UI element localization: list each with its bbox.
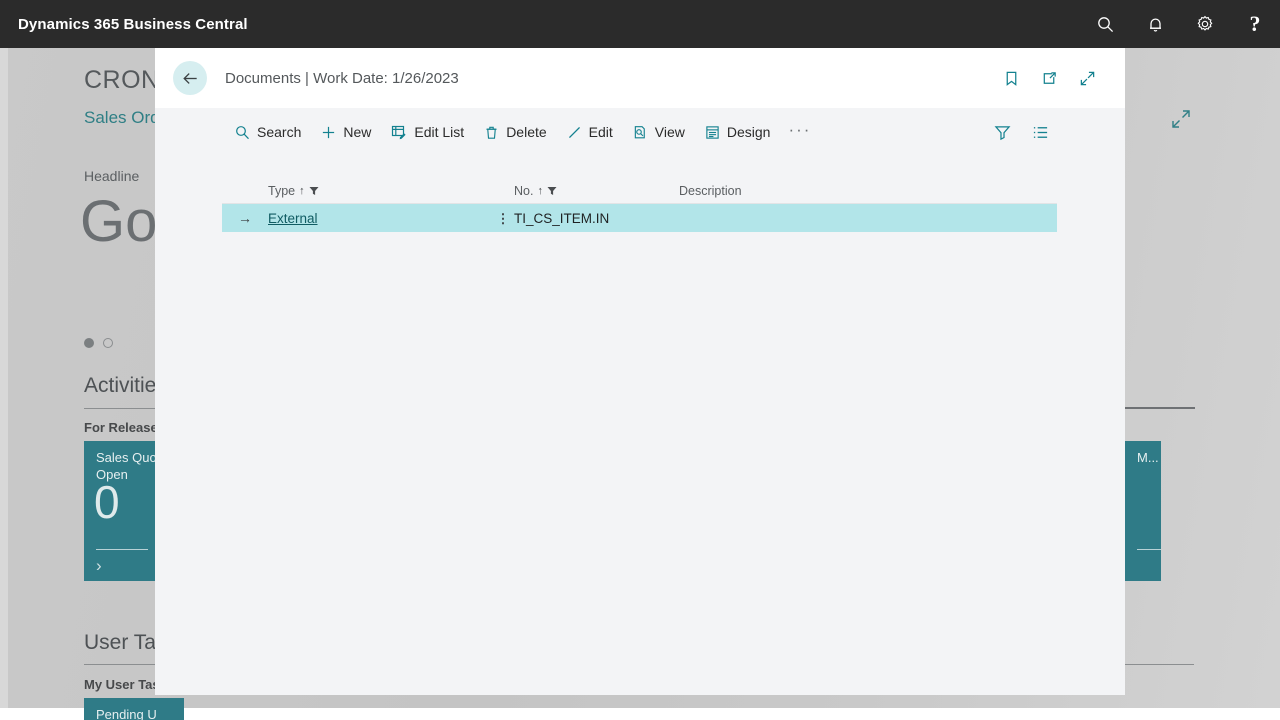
tile-rule [1137,549,1161,550]
toolbar-item-label: Edit [588,124,613,140]
for-release-label: For Release [84,420,158,435]
expand-fullscreen-icon[interactable] [1073,64,1101,92]
column-filter-icon[interactable] [547,186,557,196]
column-header-no[interactable]: No. ↑ [514,184,679,203]
toolbar-item-label: View [654,124,685,140]
toolbar-design-button[interactable]: Design [695,116,781,148]
carousel-dot-1[interactable] [84,338,94,348]
app-title: Dynamics 365 Business Central [18,15,248,33]
row-cell-type[interactable]: External [268,211,492,226]
tile-label: M... [1137,450,1159,465]
background-left-strip [0,48,8,708]
toolbar-new-button[interactable]: New [311,116,381,148]
toolbar-delete-button[interactable]: Delete [474,116,556,148]
magnifier-icon [235,125,250,140]
dialog-toolbar: Search New Edit List Delete Edit View De… [155,108,1125,156]
open-in-new-window-icon[interactable] [1035,64,1063,92]
pending-user-tasks-tile[interactable]: Pending U [84,698,184,720]
toolbar-item-label: Search [257,124,302,140]
pencil-icon [567,125,582,140]
sort-ascending-icon[interactable]: ↑ [537,185,543,197]
documents-grid: Type ↑ No. ↑ Description → External ⋮ TI… [222,174,1057,232]
screen-root: Dynamics 365 Business Central ? CRONU Sa… [0,0,1280,720]
view-page-icon [633,125,648,140]
notifications-bell-icon[interactable] [1130,0,1180,48]
carousel-dot-2[interactable] [103,338,113,348]
right-partial-tile[interactable]: M... [1125,441,1161,581]
toolbar-edit-button[interactable]: Edit [557,116,623,148]
app-topbar: Dynamics 365 Business Central ? [0,0,1280,48]
row-type-link[interactable]: External [268,211,318,226]
bookmark-icon[interactable] [997,64,1025,92]
column-header-label: Description [679,184,742,198]
dialog-title: Documents | Work Date: 1/26/2023 [225,69,459,87]
edit-list-icon [391,124,407,140]
toolbar-right-actions [989,119,1053,145]
expand-fullscreen-icon[interactable] [1170,108,1192,135]
help-glyph: ? [1249,11,1261,36]
table-row[interactable]: → External ⋮ TI_CS_ITEM.IN [222,204,1057,232]
tile-value: 0 [94,476,120,528]
plus-icon [321,125,336,140]
tile-rule [96,549,148,550]
column-header-label: Type [268,184,296,198]
toolbar-item-label: Delete [506,124,547,140]
sort-ascending-icon[interactable]: ↑ [299,185,305,197]
headline-label: Headline [84,168,140,184]
my-user-tasks-label: My User Tas [84,677,160,692]
toolbar-item-label: New [343,124,372,140]
toolbar-view-button[interactable]: View [623,116,695,148]
column-filter-icon[interactable] [309,186,319,196]
carousel-dots[interactable] [84,338,113,348]
dialog-header-actions [997,64,1101,92]
column-header-label: No. [514,184,534,198]
filter-funnel-icon[interactable] [989,119,1015,145]
column-header-description[interactable]: Description [679,184,1057,203]
design-icon [705,125,720,140]
help-question-icon[interactable]: ? [1230,0,1280,48]
toolbar-overflow-button[interactable]: ··· [780,121,819,138]
toolbar-search-button[interactable]: Search [225,116,311,148]
tile-label: Pending U [96,707,157,720]
row-cell-no[interactable]: TI_CS_ITEM.IN [514,211,679,226]
back-arrow-icon[interactable] [173,61,207,95]
search-icon[interactable] [1080,0,1130,48]
grid-header-row: Type ↑ No. ↑ Description [222,174,1057,204]
topbar-actions: ? [1080,0,1280,48]
documents-dialog: Documents | Work Date: 1/26/2023 Search … [155,48,1125,695]
trash-icon [484,125,499,140]
row-context-menu-icon[interactable]: ⋮ [492,212,514,225]
list-options-icon[interactable] [1027,119,1053,145]
gear-icon[interactable] [1180,0,1230,48]
column-header-type[interactable]: Type ↑ [268,184,492,203]
sales-quotes-open-tile[interactable]: Sales Quo Open 0 › [84,441,160,581]
toolbar-item-label: Design [726,124,771,140]
dialog-header: Documents | Work Date: 1/26/2023 [155,48,1125,108]
toolbar-item-label: Edit List [414,124,465,140]
toolbar-edit-list-button[interactable]: Edit List [381,116,474,148]
row-current-indicator-icon: → [238,210,252,226]
tile-arrow-icon[interactable]: › [96,557,102,574]
